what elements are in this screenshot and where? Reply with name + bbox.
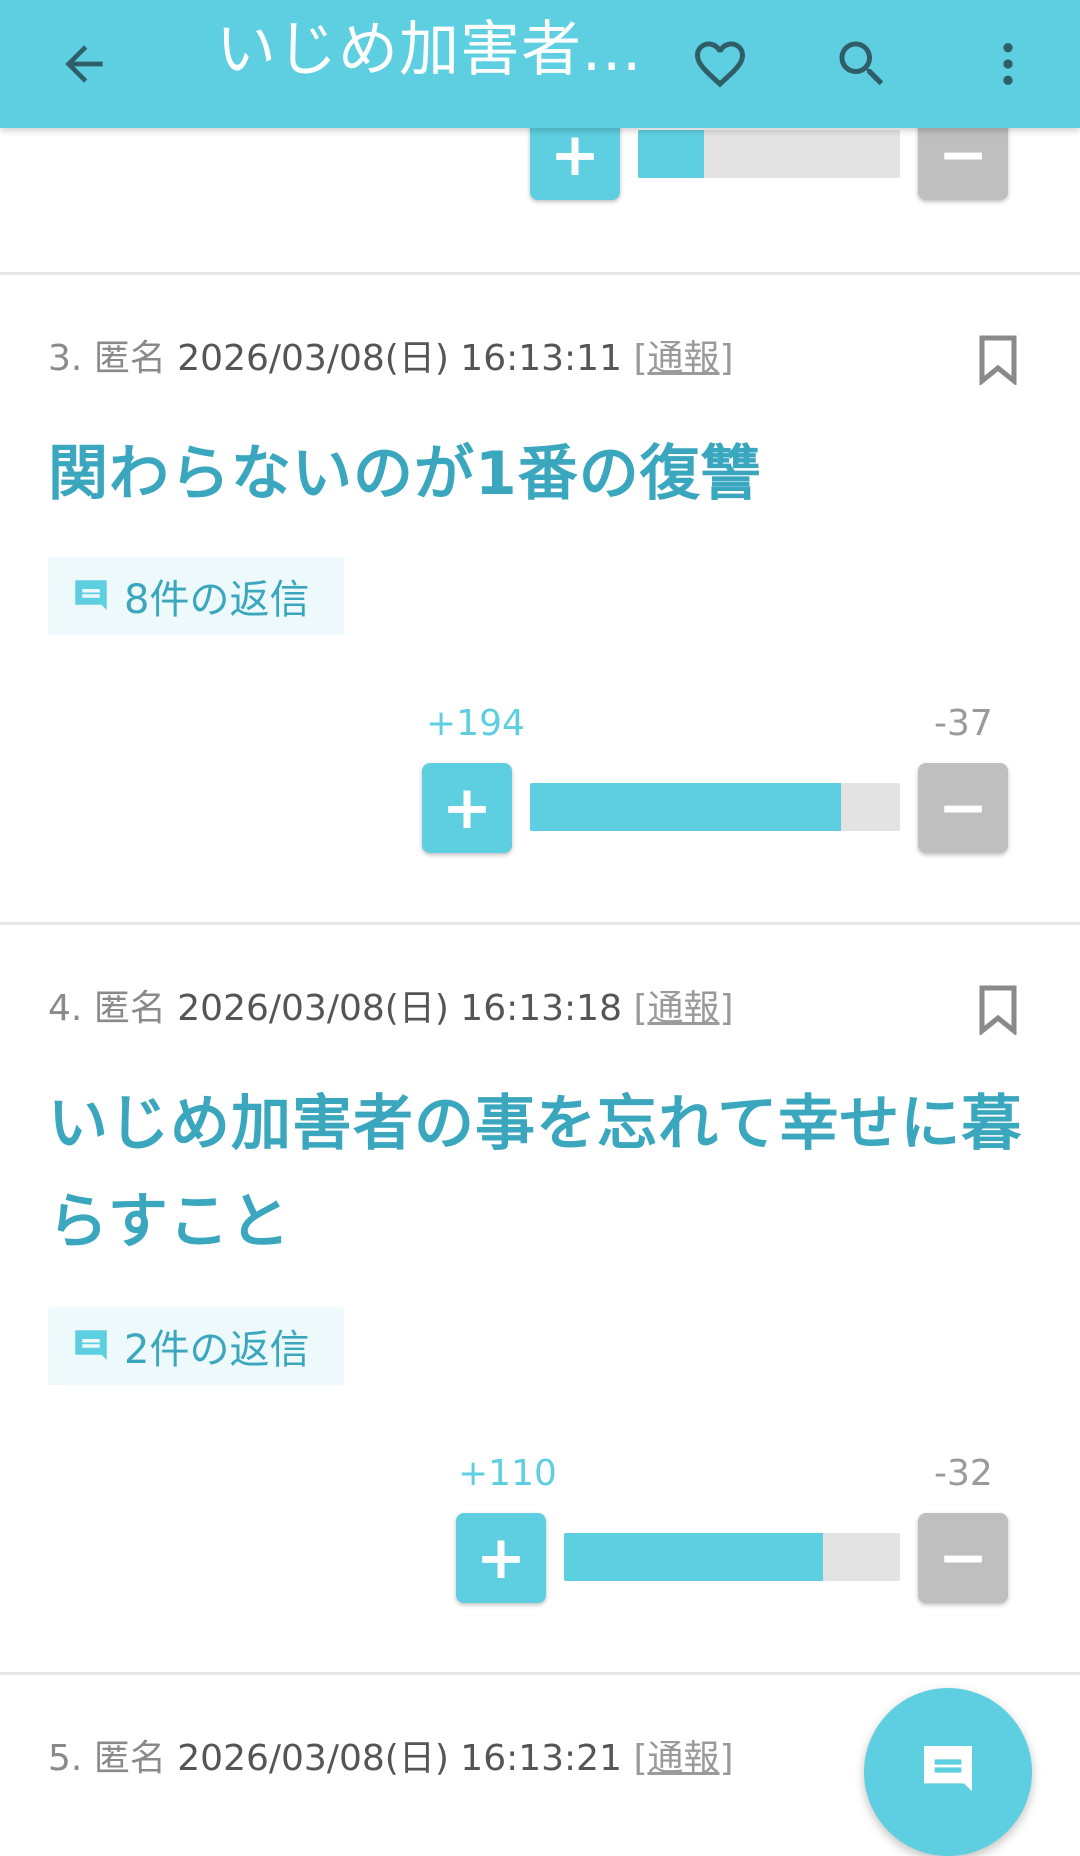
minus-vote-button[interactable]: − (918, 763, 1008, 853)
post-number: 3. (48, 338, 83, 379)
search-icon (839, 41, 884, 86)
post-meta: 4. 匿名 2026/03/08(日) 16:13:18 [通報] (48, 979, 734, 1031)
report-link[interactable]: [通報] (633, 1738, 733, 1779)
vote-ratio-bar (638, 130, 900, 178)
post-datetime: 2026/03/08(日) 16:13:21 (177, 1738, 622, 1779)
back-button[interactable] (28, 8, 140, 120)
replies-button[interactable]: 2件の返信 (48, 1307, 344, 1385)
minus-symbol: − (937, 773, 989, 843)
search-button[interactable] (806, 8, 918, 120)
minus-symbol: − (937, 120, 989, 190)
plus-vote-count: +194 (426, 703, 525, 744)
replies-count: 2件の返信 (124, 1327, 310, 1373)
app-bar: いじめ加害者... (0, 0, 1080, 128)
vote-ratio-fill (530, 783, 841, 831)
minus-vote-button[interactable]: − (918, 1513, 1008, 1603)
comment-icon (924, 1746, 972, 1792)
post-body: いじめ加害者の事を忘れて幸せに暮らすこと (48, 1089, 1023, 1257)
plus-vote-count: +110 (458, 1453, 557, 1494)
minus-symbol: − (937, 1523, 989, 1593)
vote-ratio-bar (564, 1533, 900, 1581)
plus-symbol: + (549, 120, 601, 190)
vote-ratio-fill (638, 130, 704, 178)
replies-button[interactable]: 8件の返信 (48, 557, 344, 635)
vote-ratio-bar (530, 783, 900, 831)
plus-symbol: + (441, 773, 493, 843)
bookmark-icon[interactable] (978, 985, 1018, 1035)
report-link[interactable]: [通報] (633, 338, 733, 379)
report-link[interactable]: [通報] (633, 988, 733, 1029)
more-options-button[interactable] (952, 8, 1064, 120)
post-author: 匿名 (93, 1738, 166, 1779)
plus-vote-button[interactable]: + (422, 763, 512, 853)
comment-icon (75, 580, 107, 610)
vote-ratio-fill (564, 1533, 823, 1581)
new-comment-fab[interactable] (864, 1688, 1032, 1856)
post-number: 4. (48, 988, 83, 1029)
post-number: 5. (48, 1738, 83, 1779)
favorite-button[interactable] (664, 8, 776, 120)
back-arrow-icon (65, 45, 103, 83)
bookmark-icon[interactable] (978, 335, 1018, 385)
post-datetime: 2026/03/08(日) 16:13:18 (177, 988, 622, 1029)
page-title: いじめ加害者... (216, 15, 636, 85)
post-meta: 5. 匿名 2026/03/08(日) 16:13:21 [通報] (48, 1729, 734, 1781)
minus-vote-count: -37 (934, 703, 993, 744)
post-datetime: 2026/03/08(日) 16:13:11 (177, 338, 622, 379)
plus-symbol: + (475, 1523, 527, 1593)
comment-icon (75, 1330, 107, 1360)
post-author: 匿名 (93, 338, 166, 379)
post-meta: 3. 匿名 2026/03/08(日) 16:13:11 [通報] (48, 329, 734, 381)
comment-post: 3. 匿名 2026/03/08(日) 16:13:11 [通報] 関わらないの… (0, 272, 1080, 923)
more-vertical-icon (1003, 43, 1013, 85)
post-body: 関わらないのが1番の復讐 (48, 439, 762, 509)
heart-icon (695, 41, 745, 88)
minus-vote-count: -32 (934, 1453, 993, 1494)
post-author: 匿名 (93, 988, 166, 1029)
plus-vote-button[interactable]: + (456, 1513, 546, 1603)
comment-post: 4. 匿名 2026/03/08(日) 16:13:18 [通報] いじめ加害者… (0, 922, 1080, 1673)
replies-count: 8件の返信 (124, 577, 310, 623)
